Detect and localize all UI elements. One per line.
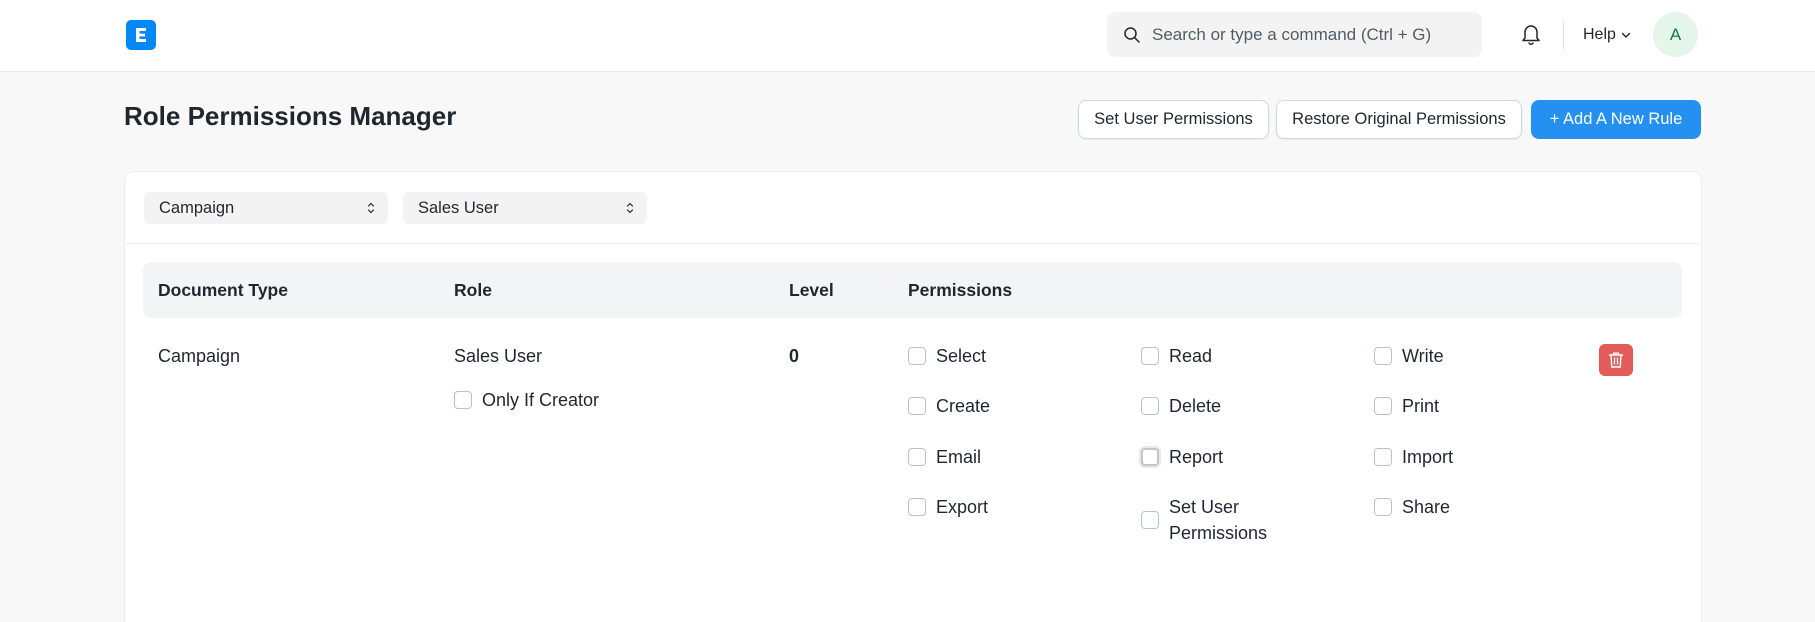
role-select[interactable]: Sales User [403, 192, 647, 224]
only-if-creator-label: Only If Creator [482, 390, 600, 410]
permission-delete[interactable]: Delete [1141, 393, 1221, 419]
search-icon [1124, 27, 1140, 43]
app-logo-icon[interactable] [126, 20, 156, 50]
permission-email[interactable]: Email [908, 444, 981, 470]
header-role: Role [454, 280, 492, 300]
checkbox[interactable] [908, 347, 926, 365]
permission-label: Set User Permissions [1169, 494, 1267, 546]
permission-print[interactable]: Print [1374, 393, 1439, 419]
permission-write[interactable]: Write [1374, 343, 1444, 369]
restore-original-permissions-button[interactable]: Restore Original Permissions [1276, 100, 1522, 139]
checkbox[interactable] [1141, 347, 1159, 365]
select-arrows-icon [367, 202, 375, 214]
table-header: Document Type Role Level Permissions [143, 262, 1682, 318]
add-new-rule-button[interactable]: + Add A New Rule [1531, 100, 1701, 139]
permission-label-line-2: Permissions [1169, 523, 1268, 543]
permission-label: Delete [1169, 396, 1222, 416]
permission-label: Export [936, 497, 989, 517]
row-level: 0 [789, 346, 800, 366]
permissions-card: Campaign Sales User Document Type Role L… [124, 171, 1702, 622]
set-user-permissions-button[interactable]: Set User Permissions [1078, 100, 1269, 139]
checkbox[interactable] [908, 397, 926, 415]
permission-label: Read [1169, 346, 1213, 366]
permission-import[interactable]: Import [1374, 444, 1453, 470]
notification-bell-icon[interactable] [1519, 21, 1543, 47]
permission-label: Share [1402, 497, 1451, 517]
help-label: Help [1583, 26, 1616, 43]
document-type-select[interactable]: Campaign [144, 192, 388, 224]
permission-set-user-permissions[interactable]: Set User Permissions [1141, 494, 1267, 546]
search-placeholder: Search or type a command (Ctrl + G) [1152, 25, 1432, 44]
checkbox[interactable] [1141, 511, 1159, 529]
permission-label: Create [936, 396, 991, 416]
permission-report[interactable]: Report [1141, 444, 1223, 470]
checkbox[interactable] [908, 448, 926, 466]
checkbox[interactable] [1374, 347, 1392, 365]
checkbox[interactable] [1141, 448, 1159, 466]
permission-label-line-1: Set User [1169, 497, 1240, 517]
only-if-creator-checkbox[interactable]: Only If Creator [454, 387, 599, 413]
checkbox[interactable] [1374, 397, 1392, 415]
permission-read[interactable]: Read [1141, 343, 1212, 369]
permission-select[interactable]: Select [908, 343, 986, 369]
permission-label: Email [936, 447, 982, 467]
checkbox[interactable] [454, 391, 472, 409]
help-dropdown[interactable]: Help [1583, 24, 1632, 46]
row-document-type: Campaign [158, 346, 241, 366]
page-title: Role Permissions Manager [124, 101, 457, 131]
permission-label: Print [1402, 396, 1440, 416]
delete-rule-button[interactable] [1599, 344, 1633, 376]
header-permissions: Permissions [908, 280, 1013, 300]
permission-label: Import [1402, 447, 1454, 467]
permission-share[interactable]: Share [1374, 494, 1450, 520]
checkbox[interactable] [1374, 498, 1392, 516]
header-document-type: Document Type [158, 280, 288, 300]
checkbox[interactable] [1374, 448, 1392, 466]
user-avatar[interactable]: A [1653, 12, 1698, 57]
permission-label: Select [936, 346, 987, 366]
permission-label: Report [1169, 447, 1224, 467]
document-type-select-value: Campaign [159, 198, 235, 217]
checkbox[interactable] [1141, 397, 1159, 415]
checkbox[interactable] [908, 498, 926, 516]
header-level: Level [789, 280, 834, 300]
permission-create[interactable]: Create [908, 393, 990, 419]
navbar: Search or type a command (Ctrl + G) Help… [0, 0, 1815, 72]
permission-label: Write [1402, 346, 1444, 366]
select-arrows-icon [626, 202, 634, 214]
chevron-down-icon [1621, 32, 1631, 38]
navbar-divider [1563, 20, 1564, 50]
permission-export[interactable]: Export [908, 494, 988, 520]
role-select-value: Sales User [418, 198, 499, 217]
search-bar[interactable]: Search or type a command (Ctrl + G) [1107, 12, 1482, 57]
trash-icon [1608, 352, 1624, 368]
filter-row: Campaign Sales User [125, 172, 1701, 244]
row-role: Sales User [454, 346, 543, 366]
